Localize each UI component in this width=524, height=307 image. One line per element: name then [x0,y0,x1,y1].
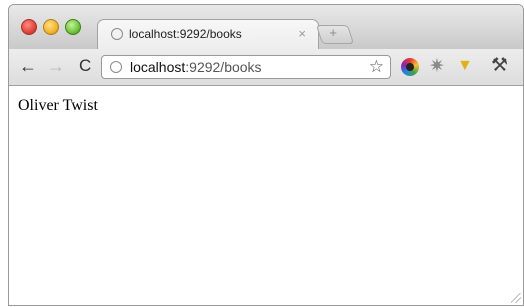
page-content: Oliver Twist [9,86,523,305]
browser-window: localhost:9292/books × + ← → C localhost… [8,4,524,306]
globe-icon [110,61,122,73]
url-host: localhost [130,59,186,75]
title-bar: localhost:9292/books × + [9,5,523,50]
plus-icon: + [329,25,337,40]
globe-icon [111,28,123,40]
gear-icon[interactable]: ✷ [429,55,445,78]
browser-toolbar: ← → C localhost:9292/books ☆ ✷ ▼ ⚒ [9,49,523,86]
tab-close-icon[interactable]: × [298,26,306,41]
book-title-text: Oliver Twist [18,97,98,114]
zoom-window-button[interactable] [65,19,81,35]
bookmark-star-icon[interactable]: ☆ [369,57,384,77]
minimize-window-button[interactable] [43,19,59,35]
wrench-icon[interactable]: ⚒ [491,54,508,77]
close-window-button[interactable] [21,19,37,35]
new-tab-button[interactable]: + [315,25,355,44]
yellow-extension-icon[interactable]: ▼ [457,57,473,75]
color-wheel-icon[interactable] [401,58,419,76]
resize-handle[interactable] [511,293,521,303]
tab-title: localhost:9292/books [129,27,242,41]
reload-button[interactable]: C [79,55,91,77]
back-button[interactable]: ← [19,55,37,77]
url-path: :9292/books [185,59,262,75]
address-bar[interactable]: localhost:9292/books ☆ [101,55,391,79]
forward-button[interactable]: → [47,55,65,77]
tab-localhost-books[interactable]: localhost:9292/books × [97,19,319,50]
url-text[interactable]: localhost:9292/books [130,59,262,75]
